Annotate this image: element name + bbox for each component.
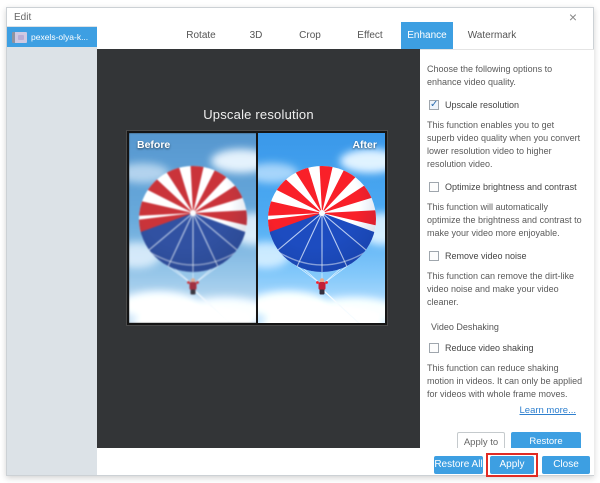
tab-rotate[interactable]: Rotate <box>171 22 231 49</box>
optimize-brightness-description: This function will automatically optimiz… <box>427 202 582 238</box>
after-image: After <box>258 133 385 323</box>
learn-more-link[interactable]: Learn more... <box>427 405 584 416</box>
restore-all-button[interactable]: Restore All <box>434 456 483 474</box>
tab-3d[interactable]: 3D <box>231 22 281 49</box>
option-optimize-brightness[interactable]: Optimize brightness and contrast <box>429 182 584 192</box>
preview-heading: Upscale resolution <box>203 107 314 122</box>
close-button[interactable]: Close <box>542 456 590 474</box>
before-label: Before <box>137 139 171 151</box>
dialog-title: Edit <box>14 12 32 23</box>
panel-intro-text: Choose the following options to enhance … <box>427 64 553 87</box>
edit-dialog: Edit × Rotate 3D Crop Effect Enhance Wat… <box>6 7 594 477</box>
option-upscale-resolution[interactable]: Upscale resolution <box>429 99 584 110</box>
preview-area: Upscale resolution Before After <box>97 49 420 448</box>
before-image: Before <box>129 133 256 323</box>
upscale-resolution-checkbox[interactable] <box>429 99 439 110</box>
upscale-resolution-description: This function enables you to get superb … <box>427 120 581 169</box>
tab-watermark[interactable]: Watermark <box>453 22 531 49</box>
tab-bar: Rotate 3D Crop Effect Enhance Watermark <box>171 22 531 49</box>
enhance-options-panel: Choose the following options to enhance … <box>420 49 594 467</box>
reduce-shaking-description: This function can reduce shaking motion … <box>427 363 583 399</box>
video-deshaking-heading: Video Deshaking <box>431 322 499 332</box>
sidebar-item-video[interactable]: pexels-olya-k... <box>7 27 97 47</box>
apply-button[interactable]: Apply <box>490 456 534 474</box>
tab-crop[interactable]: Crop <box>281 22 339 49</box>
optimize-brightness-checkbox[interactable] <box>429 182 439 192</box>
tab-enhance[interactable]: Enhance <box>401 22 453 49</box>
option-remove-noise[interactable]: Remove video noise <box>429 251 584 261</box>
remove-noise-checkbox[interactable] <box>429 251 439 261</box>
before-after-comparison: Before After <box>126 130 388 326</box>
close-icon[interactable]: × <box>569 10 577 24</box>
tab-effect[interactable]: Effect <box>339 22 401 49</box>
video-thumbnail <box>12 31 27 43</box>
reduce-shaking-checkbox[interactable] <box>429 343 439 353</box>
remove-noise-description: This function can remove the dirt-like v… <box>427 271 575 307</box>
after-label: After <box>352 139 377 151</box>
video-list-sidebar: pexels-olya-k... <box>7 26 97 475</box>
option-reduce-shaking[interactable]: Reduce video shaking <box>429 343 584 353</box>
video-filename: pexels-olya-k... <box>31 32 89 42</box>
